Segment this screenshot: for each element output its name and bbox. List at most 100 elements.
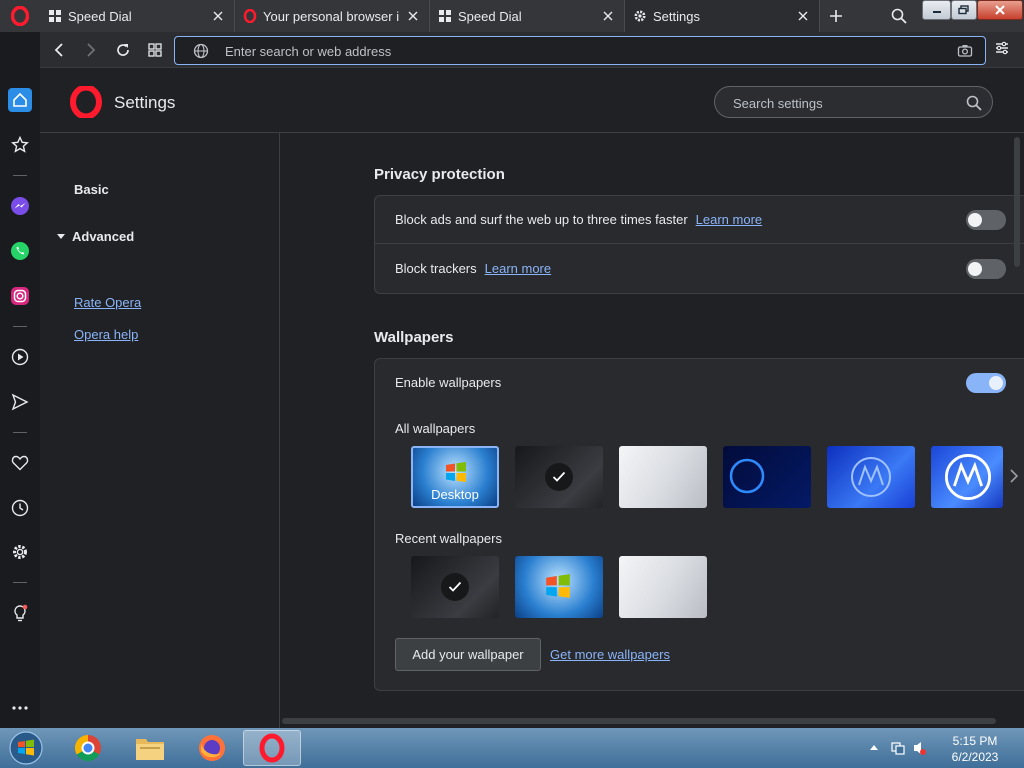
rate-opera-link[interactable]: Rate Opera	[74, 295, 141, 310]
taskbar-clock[interactable]: 5:15 PM 6/2/2023	[940, 733, 1010, 765]
forward-button[interactable]	[81, 40, 101, 60]
wallpaper-thumb-light[interactable]	[619, 446, 707, 508]
search-settings-input[interactable]	[733, 93, 953, 113]
taskbar-opera[interactable]	[243, 730, 301, 766]
messenger-icon	[11, 197, 29, 215]
sidebar-messenger-button[interactable]	[8, 194, 32, 218]
sidebar-divider	[13, 326, 27, 327]
tab-label: Your personal browser is a	[263, 8, 399, 24]
toggle-knob	[968, 262, 982, 276]
tab-label: Speed Dial	[68, 8, 132, 24]
star-icon	[11, 136, 29, 153]
taskbar-chrome[interactable]	[59, 730, 117, 766]
start-button[interactable]	[4, 729, 48, 767]
search-icon	[891, 8, 907, 24]
settings-nav: Basic Advanced Rate Opera Opera help	[40, 133, 280, 728]
instagram-icon	[11, 287, 29, 305]
wallpaper-thumb-opera-gx[interactable]	[827, 446, 915, 508]
whatsapp-icon	[11, 242, 29, 260]
sidebar-more-button[interactable]	[8, 696, 32, 720]
home-icon	[13, 92, 27, 107]
restore-button[interactable]	[951, 0, 977, 20]
wallpaper-thumb-opera-blue[interactable]	[931, 446, 1003, 508]
wallpapers-next-button[interactable]	[1009, 469, 1019, 488]
chevron-right-icon	[1010, 469, 1019, 483]
tab-close-icon[interactable]	[795, 8, 811, 24]
block-ads-toggle[interactable]	[966, 210, 1006, 230]
close-window-button[interactable]	[977, 0, 1023, 20]
privacy-card: Block ads and surf the web up to three t…	[374, 195, 1024, 294]
plus-icon	[830, 10, 842, 22]
firefox-icon	[199, 735, 225, 761]
block-ads-learn-more-link[interactable]: Learn more	[696, 212, 762, 227]
tab-speed-dial-1[interactable]: Speed Dial	[40, 0, 235, 32]
caret-down-icon	[57, 234, 65, 239]
reload-button[interactable]	[113, 40, 133, 60]
sidebar-settings-button[interactable]	[8, 540, 32, 564]
recent-wallpaper-desktop[interactable]	[515, 556, 603, 618]
new-tab-button[interactable]	[820, 0, 852, 32]
camera-icon[interactable]	[957, 43, 973, 59]
opera-help-link[interactable]: Opera help	[74, 327, 138, 342]
add-wallpaper-button[interactable]: Add your wallpaper	[395, 638, 541, 671]
vertical-scrollbar[interactable]	[1014, 137, 1020, 267]
wallpaper-thumb-ring[interactable]	[723, 446, 811, 508]
wallpaper-thumb-dark[interactable]	[515, 446, 603, 508]
enable-wallpapers-row: Enable wallpapers	[375, 359, 1024, 407]
back-button[interactable]	[49, 40, 69, 60]
tab-label: Speed Dial	[458, 8, 522, 24]
block-trackers-learn-more-link[interactable]: Learn more	[485, 261, 551, 276]
recent-wallpaper-dark[interactable]	[411, 556, 499, 618]
sidebar-whatsapp-button[interactable]	[8, 239, 32, 263]
close-icon	[995, 5, 1005, 15]
tiles-button[interactable]	[145, 40, 165, 60]
nav-basic[interactable]: Basic	[74, 182, 109, 197]
selected-check	[545, 463, 573, 491]
windows-logo-icon	[546, 574, 570, 598]
tab-close-icon[interactable]	[600, 8, 616, 24]
minimize-button[interactable]	[922, 0, 951, 20]
clock-icon	[11, 499, 29, 517]
address-input[interactable]	[225, 41, 925, 61]
tab-search-button[interactable]	[886, 4, 912, 28]
opera-sidebar	[0, 32, 40, 728]
enable-wallpapers-toggle[interactable]	[966, 373, 1006, 393]
tab-settings[interactable]: Settings	[625, 0, 820, 32]
sidebar-speed-dial-button[interactable]	[8, 88, 32, 112]
recent-wallpaper-light[interactable]	[619, 556, 707, 618]
tab-speed-dial-2[interactable]: Speed Dial	[430, 0, 625, 32]
heart-icon	[11, 455, 29, 471]
sidebar-instagram-button[interactable]	[8, 284, 32, 308]
easy-setup-button[interactable]	[994, 40, 1010, 61]
windows-start-icon	[9, 731, 43, 765]
horizontal-scrollbar[interactable]	[282, 718, 996, 724]
toggle-knob	[968, 213, 982, 227]
get-more-wallpapers-link[interactable]: Get more wallpapers	[550, 647, 670, 662]
search-settings[interactable]	[714, 86, 993, 118]
sidebar-divider	[13, 432, 27, 433]
taskbar-explorer[interactable]	[121, 730, 179, 766]
taskbar-firefox[interactable]	[183, 730, 241, 766]
wallpapers-section-title: Wallpapers	[374, 329, 454, 346]
sidebar-bookmarks-button[interactable]	[8, 133, 32, 157]
block-trackers-toggle[interactable]	[966, 259, 1006, 279]
reload-icon	[117, 44, 129, 56]
sidebar-pinboards-button[interactable]	[8, 451, 32, 475]
tray-icons[interactable]	[866, 740, 926, 756]
sidebar-tips-button[interactable]	[8, 602, 32, 626]
settings-header: Settings	[40, 69, 1024, 133]
play-circle-icon	[11, 348, 29, 366]
sidebar-player-button[interactable]	[8, 345, 32, 369]
address-bar[interactable]	[174, 36, 986, 65]
sidebar-history-button[interactable]	[8, 496, 32, 520]
all-wallpapers-label: All wallpapers	[395, 421, 476, 436]
sidebar-my-flow-button[interactable]	[8, 390, 32, 414]
opera-menu-button[interactable]	[0, 0, 40, 32]
gear-icon	[13, 545, 27, 559]
minimize-icon	[932, 11, 941, 13]
tab-opera-page[interactable]: Your personal browser is a	[235, 0, 430, 32]
tab-close-icon[interactable]	[405, 8, 421, 24]
nav-advanced[interactable]: Advanced	[56, 229, 134, 244]
tab-close-icon[interactable]	[210, 8, 226, 24]
wallpaper-thumb-desktop[interactable]: Desktop	[411, 446, 499, 508]
